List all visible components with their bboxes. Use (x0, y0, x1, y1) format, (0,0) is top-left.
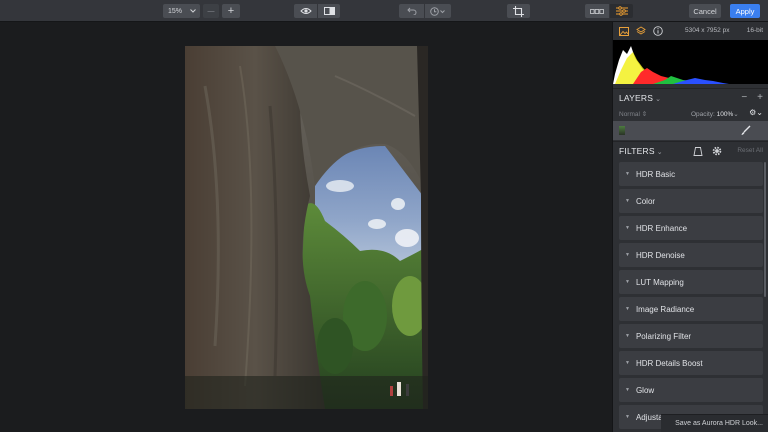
filter-color[interactable]: ▼ Color (619, 189, 763, 213)
expand-triangle-icon: ▼ (625, 279, 630, 285)
filter-list: ▼ HDR Basic ▼ Color ▼ HDR Enhance ▼ HDR Deno… (619, 162, 763, 432)
filter-label: HDR Details Boost (635, 358, 703, 368)
filter-polarizing[interactable]: ▼ Polarizing Filter (619, 324, 763, 348)
panel-mode-group (585, 4, 633, 18)
crop-button[interactable] (507, 4, 530, 18)
image-dimensions: 5304 x 7952 px (685, 27, 730, 34)
gear-icon[interactable] (712, 146, 722, 158)
filters-title-label: FILTERS (619, 145, 655, 156)
brush-icon[interactable] (740, 125, 751, 138)
filter-hdr-denoise[interactable]: ▼ HDR Denoise (619, 243, 763, 267)
history-icon (430, 6, 445, 16)
layer-row[interactable] (613, 121, 768, 140)
filters-scrollbar[interactable] (764, 162, 766, 297)
expand-triangle-icon: ▼ (625, 252, 630, 258)
crop-icon (513, 5, 524, 17)
add-layer-button[interactable]: + (757, 92, 763, 103)
canvas-area[interactable] (0, 22, 612, 432)
filter-label: Polarizing Filter (635, 331, 692, 341)
opacity-label: Opacity: (691, 111, 715, 118)
bit-depth: 16-bit (746, 27, 763, 34)
mask-icon[interactable] (693, 146, 703, 158)
layers-header: LAYERS ⌄ − + (613, 88, 768, 106)
zoom-out-label: — (207, 7, 215, 15)
reset-all-button[interactable]: Reset All (737, 147, 763, 154)
filters-chevron-icon: ⌄ (656, 148, 663, 156)
filter-lut-mapping[interactable]: ▼ LUT Mapping (619, 270, 763, 294)
layers-stack-icon[interactable] (635, 25, 647, 37)
zoom-value: 15% (168, 7, 183, 15)
expand-triangle-icon: ▼ (625, 333, 630, 339)
layers-chevron-icon: ⌄ (655, 95, 662, 103)
apply-button[interactable]: Apply (730, 4, 760, 18)
histogram (613, 40, 768, 84)
expand-triangle-icon: ▼ (625, 360, 630, 366)
sliders-icon (615, 6, 628, 16)
compare-button[interactable] (317, 4, 340, 18)
expand-triangle-icon: ▼ (625, 198, 630, 204)
opacity-value: 100% (716, 111, 734, 118)
zoom-select[interactable]: 15% (163, 4, 200, 18)
view-toggle-group (294, 4, 340, 18)
top-toolbar: 15% — + Cancel Apply (0, 0, 768, 22)
filter-label: HDR Enhance (635, 223, 688, 233)
filter-label: Glow (635, 385, 655, 395)
adjust-button[interactable] (609, 4, 633, 18)
filters-title[interactable]: FILTERS ⌄ (619, 146, 663, 156)
filter-image-radiance[interactable]: ▼ Image Radiance (619, 297, 763, 321)
remove-layer-button[interactable]: − (741, 92, 747, 103)
filter-label: Color (635, 196, 656, 206)
layers-title-label: LAYERS (619, 92, 654, 103)
layer-options-row: Normal ⇕ Opacity: 100%⌄ ⚙⌄ (613, 107, 768, 121)
photo-natural-arch[interactable] (185, 46, 428, 409)
cancel-button[interactable]: Cancel (689, 4, 721, 18)
expand-triangle-icon: ▼ (625, 387, 630, 393)
presets-button[interactable] (585, 4, 609, 18)
compare-icon (323, 7, 335, 15)
undo-icon (406, 7, 416, 15)
eye-icon (299, 8, 312, 14)
filter-glow[interactable]: ▼ Glow (619, 378, 763, 402)
layers-title[interactable]: LAYERS ⌄ (619, 93, 661, 103)
preview-button[interactable] (294, 4, 317, 18)
blend-mode-select[interactable]: Normal ⇕ (619, 110, 647, 118)
right-panel: 5304 x 7952 px 16-bit LAYERS ⌄ − + Normal… (612, 22, 768, 432)
expand-triangle-icon: ▼ (625, 306, 630, 312)
save-look-button[interactable]: Save as Aurora HDR Look... (661, 414, 768, 432)
opacity-chevron-icon: ⌄ (733, 111, 739, 118)
image-icon[interactable] (618, 25, 630, 37)
filter-hdr-enhance[interactable]: ▼ HDR Enhance (619, 216, 763, 240)
history-button[interactable] (424, 4, 451, 18)
presets-icon (590, 8, 604, 14)
image-info-row: 5304 x 7952 px 16-bit (613, 22, 768, 40)
filter-hdr-basic[interactable]: ▼ HDR Basic (619, 162, 763, 186)
history-group (399, 4, 451, 18)
zoom-in-button[interactable]: + (222, 4, 240, 18)
undo-button[interactable] (399, 4, 424, 18)
filters-header: FILTERS ⌄ Reset All (613, 141, 768, 159)
expand-triangle-icon: ▼ (625, 171, 630, 177)
filter-label: LUT Mapping (635, 277, 684, 287)
expand-triangle-icon: ▼ (625, 225, 630, 231)
filter-label: HDR Denoise (635, 250, 685, 260)
zoom-in-label: + (227, 5, 235, 17)
info-icon[interactable] (652, 25, 664, 37)
filter-hdr-details-boost[interactable]: ▼ HDR Details Boost (619, 351, 763, 375)
chevron-down-icon (190, 9, 196, 13)
filter-label: HDR Basic (635, 169, 676, 179)
expand-triangle-icon: ▼ (625, 414, 630, 420)
zoom-out-button[interactable]: — (203, 4, 219, 18)
layer-thumbnail (619, 126, 625, 135)
layer-settings-button[interactable]: ⚙⌄ (749, 108, 763, 117)
opacity-control[interactable]: Opacity: 100%⌄ (691, 110, 739, 118)
filter-label: Image Radiance (635, 304, 695, 314)
